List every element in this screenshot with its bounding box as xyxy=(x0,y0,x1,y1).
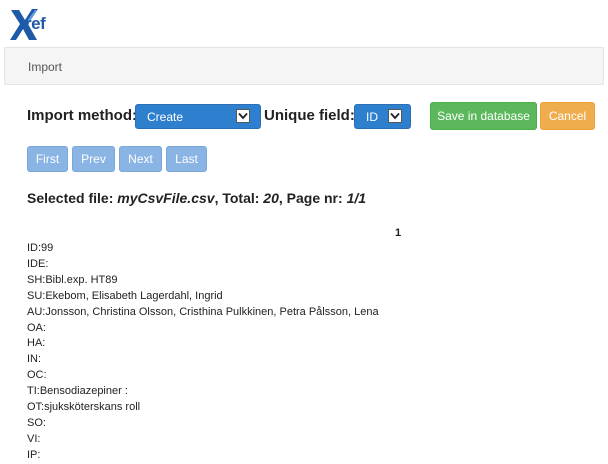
pager-next-button[interactable]: Next xyxy=(119,146,162,172)
summary-total-label: , Total: xyxy=(214,190,264,206)
xref-logo: ref xyxy=(10,7,70,43)
chevron-down-icon xyxy=(388,109,402,123)
record-field: VI: xyxy=(27,432,41,445)
save-in-database-button[interactable]: Save in database xyxy=(430,102,537,130)
record-field: IP: xyxy=(27,448,41,461)
logo-text: ref xyxy=(25,14,46,33)
breadcrumb: Import xyxy=(4,47,604,85)
chevron-down-icon xyxy=(236,109,250,123)
total-count: 20 xyxy=(263,190,279,206)
page-number: 1/1 xyxy=(346,190,367,206)
pager-last-button[interactable]: Last xyxy=(166,146,207,172)
import-method-label: Import method: xyxy=(27,107,137,124)
summary-page-label: , Page nr: xyxy=(278,190,347,206)
import-method-select[interactable]: Create xyxy=(135,104,261,129)
unique-field-select[interactable]: ID xyxy=(354,104,411,129)
record-column-number: 1 xyxy=(395,227,402,239)
unique-field-value: ID xyxy=(366,110,378,124)
summary-prefix: Selected file: xyxy=(27,190,118,206)
record-field: OA: xyxy=(27,321,46,334)
record-field: SU:Ekebom, Elisabeth Lagerdahl, Ingrid xyxy=(27,289,223,302)
record-field: ID:99 xyxy=(27,242,54,254)
record-field: IDE: xyxy=(27,257,49,270)
pager-prev-button[interactable]: Prev xyxy=(72,146,115,172)
record-field: IN: xyxy=(27,353,42,366)
import-method-value: Create xyxy=(147,110,184,124)
record-field: AU:Jonsson, Christina Olsson, Cristhina … xyxy=(27,305,379,318)
unique-field-label: Unique field: xyxy=(264,107,355,124)
record-field: TI:Bensodiazepiner : xyxy=(27,385,128,398)
record-field: OC: xyxy=(27,369,47,382)
breadcrumb-current: Import xyxy=(28,60,63,74)
record-field: SH:Bibl.exp. HT89 xyxy=(27,273,118,286)
record-fields: ID:99 IDE: SH:Bibl.exp. HT89 SU:Ekebom, … xyxy=(27,241,379,464)
record-field: HA: xyxy=(27,337,46,350)
file-name: myCsvFile.csv xyxy=(117,190,215,206)
pager-first-button[interactable]: First xyxy=(27,146,68,172)
record-field: OT:sjuksköterskans roll xyxy=(27,401,141,414)
record-field: SO: xyxy=(27,416,46,429)
cancel-button[interactable]: Cancel xyxy=(540,102,595,130)
selected-file-summary: Selected file: myCsvFile.csv, Total: 20,… xyxy=(27,190,366,206)
